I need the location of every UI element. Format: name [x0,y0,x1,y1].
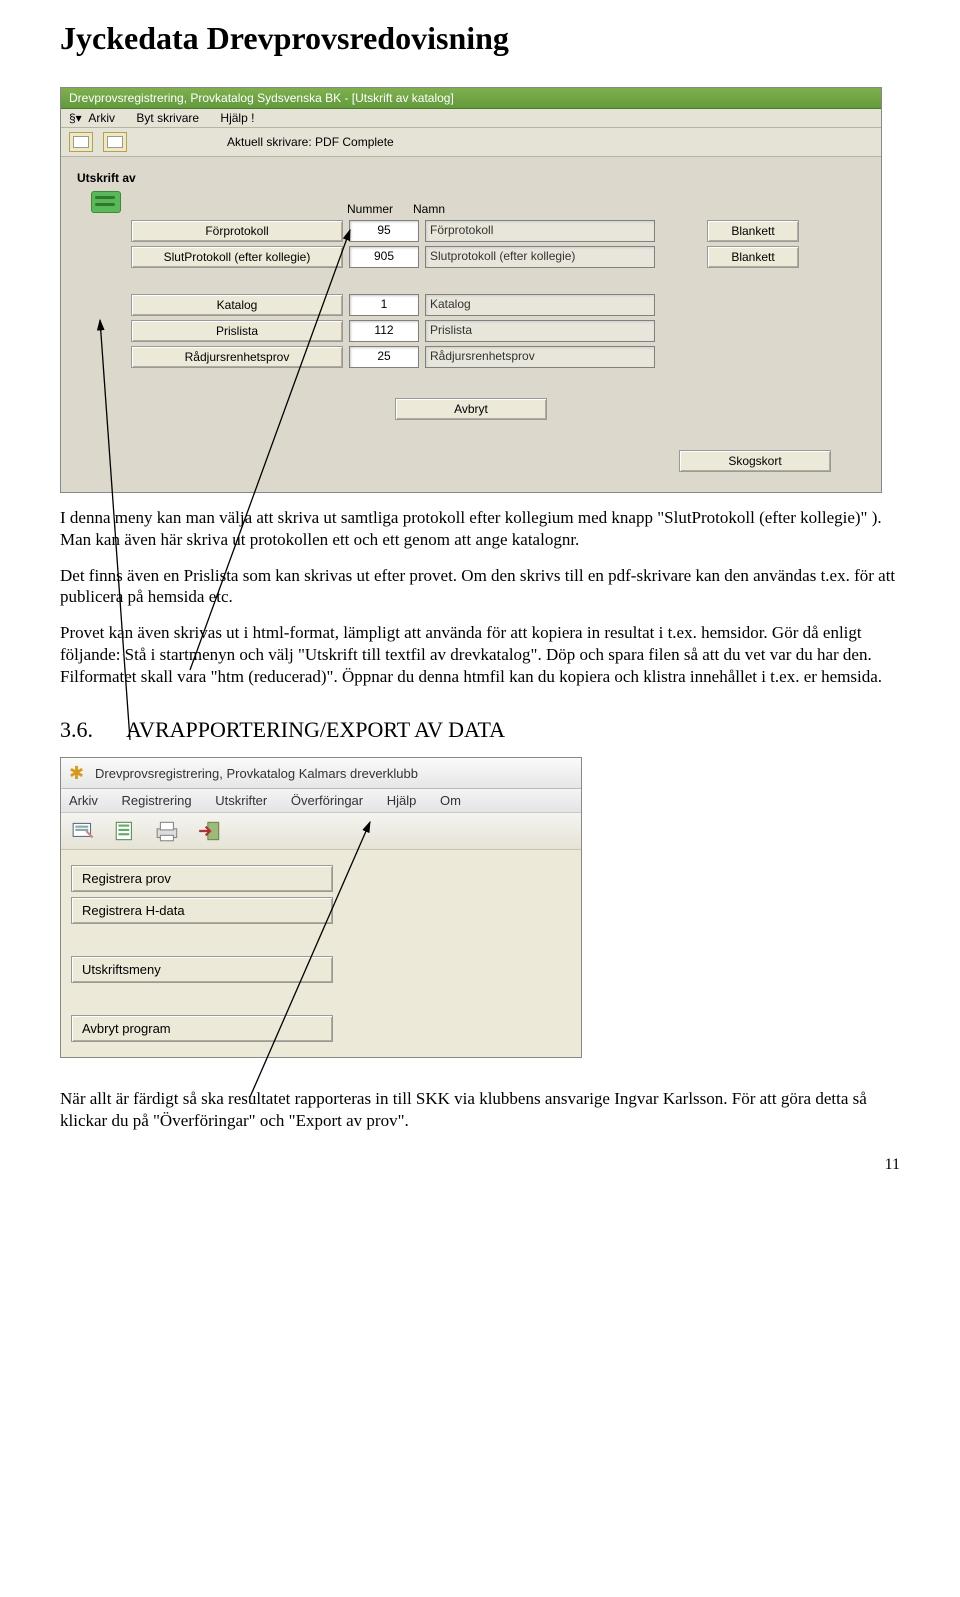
menu-byt-skrivare[interactable]: Byt skrivare [136,111,199,125]
btn-forprotokoll[interactable]: Förprotokoll [131,220,343,242]
paragraph-4: När allt är färdigt så ska resultatet ra… [60,1088,900,1132]
blankett-slutprotokoll[interactable]: Blankett [707,246,799,268]
menu2-hjalp[interactable]: Hjälp [387,793,417,808]
name-slutprotokoll: Slutprotokoll (efter kollegie) [425,246,655,268]
sys-menu-icon[interactable]: §▾ [69,111,82,125]
gear-icon [69,764,87,782]
menu2-arkiv[interactable]: Arkiv [69,793,98,808]
doc-title: Jyckedata Drevprovsredovisning [60,20,900,57]
btn-avbryt[interactable]: Avbryt [395,398,547,420]
utskrift-av-label: Utskrift av [77,171,851,185]
num-katalog[interactable]: 1 [349,294,419,316]
paragraph-1: I denna meny kan man välja att skriva ut… [60,507,900,551]
btn-avbryt-program[interactable]: Avbryt program [71,1015,333,1042]
app2-window: Drevprovsregistrering, Provkatalog Kalma… [60,757,582,1058]
btn-registrera-hdata[interactable]: Registrera H-data [71,897,333,924]
toolbar2-icon-1[interactable] [69,819,99,843]
menu2-utskrifter[interactable]: Utskrifter [215,793,267,808]
blankett-forprotokoll[interactable]: Blankett [707,220,799,242]
paragraph-3: Provet kan även skrivas ut i html-format… [60,622,900,687]
btn-slutprotokoll[interactable]: SlutProtokoll (efter kollegie) [131,246,343,268]
toolbar-icon-1[interactable] [69,132,93,152]
name-katalog: Katalog [425,294,655,316]
list-icon [91,191,121,213]
app2-titlebar: Drevprovsregistrering, Provkatalog Kalma… [61,758,581,789]
btn-skogskort[interactable]: Skogskort [679,450,831,472]
menu-arkiv[interactable]: Arkiv [88,111,115,125]
name-forprotokoll: Förprotokoll [425,220,655,242]
menu2-registrering[interactable]: Registrering [122,793,192,808]
menu2-om[interactable]: Om [440,793,461,808]
section-heading-36: 3.6.AVRAPPORTERING/EXPORT AV DATA [60,717,900,743]
btn-prislista[interactable]: Prislista [131,320,343,342]
num-forprotokoll[interactable]: 95 [349,220,419,242]
app1-window: Drevprovsregistrering, Provkatalog Sydsv… [60,87,882,493]
name-radjur: Rådjursrenhetsprov [425,346,655,368]
num-slutprotokoll[interactable]: 905 [349,246,419,268]
num-prislista[interactable]: 112 [349,320,419,342]
toolbar2-icon-3[interactable] [153,819,183,843]
app1-toolbar: Aktuell skrivare: PDF Complete [61,128,881,157]
btn-utskriftsmeny[interactable]: Utskriftsmeny [71,956,333,983]
menu2-overforingar[interactable]: Överföringar [291,793,363,808]
header-namn: Namn [413,202,633,216]
page-number: 11 [885,1156,900,1174]
app2-toolbar [61,813,581,850]
app1-titlebar: Drevprovsregistrering, Provkatalog Sydsv… [61,88,881,109]
name-prislista: Prislista [425,320,655,342]
toolbar-icon-2[interactable] [103,132,127,152]
btn-registrera-prov[interactable]: Registrera prov [71,865,333,892]
toolbar2-icon-4[interactable] [195,819,225,843]
header-nummer: Nummer [347,202,407,216]
toolbar2-icon-2[interactable] [111,819,141,843]
btn-radjur[interactable]: Rådjursrenhetsprov [131,346,343,368]
current-printer-label: Aktuell skrivare: PDF Complete [227,135,394,149]
num-radjur[interactable]: 25 [349,346,419,368]
btn-katalog[interactable]: Katalog [131,294,343,316]
app1-menubar: §▾ Arkiv Byt skrivare Hjälp ! [61,109,881,128]
app2-menubar: Arkiv Registrering Utskrifter Överföring… [61,789,581,813]
menu-hjalp[interactable]: Hjälp ! [220,111,254,125]
paragraph-2: Det finns även en Prislista som kan skri… [60,565,900,609]
